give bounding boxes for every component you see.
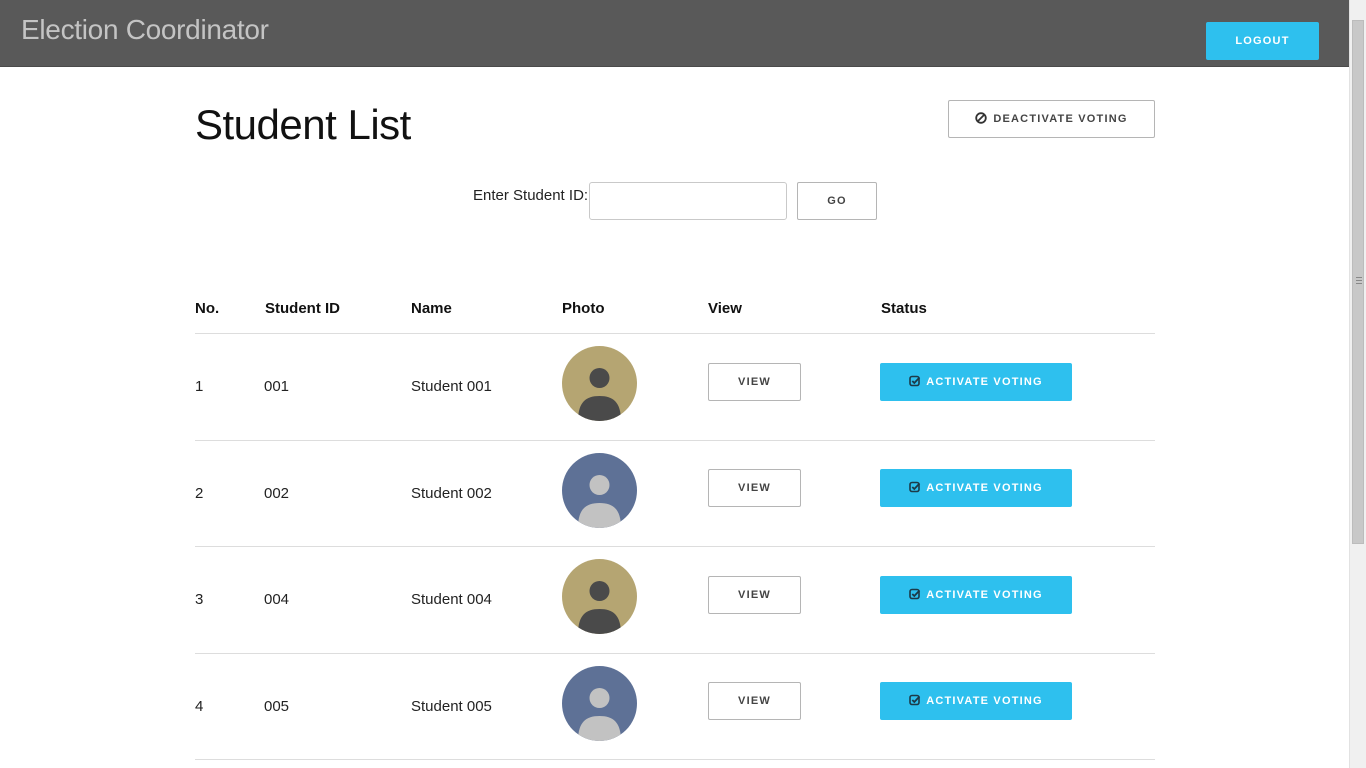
- row-number: 2: [195, 485, 204, 502]
- header-view: View: [708, 300, 742, 317]
- student-photo: [562, 453, 637, 528]
- view-button[interactable]: VIEW: [708, 469, 801, 507]
- activate-voting-button[interactable]: ACTIVATE VOTING: [880, 682, 1072, 720]
- check-square-icon: [909, 694, 921, 709]
- student-photo: [562, 559, 637, 634]
- activate-voting-label: ACTIVATE VOTING: [926, 376, 1043, 388]
- student-id-label: Enter Student ID:: [473, 187, 589, 204]
- table-row: 3 004 Student 004 VIEW ACTIVATE VOTING: [0, 547, 1366, 654]
- person-silhouette-icon: [562, 666, 637, 741]
- scrollbar-grip-icon: [1356, 277, 1362, 284]
- activate-voting-button[interactable]: ACTIVATE VOTING: [880, 469, 1072, 507]
- person-silhouette-icon: [562, 559, 637, 634]
- student-photo: [562, 346, 637, 421]
- table-row: 2 002 Student 002 VIEW ACTIVATE VOTING: [0, 441, 1366, 548]
- app-title[interactable]: Election Coordinator: [21, 14, 269, 46]
- row-student-id: 004: [264, 591, 290, 608]
- deactivate-voting-button[interactable]: DEACTIVATE VOTING: [948, 100, 1155, 138]
- check-square-icon: [909, 375, 921, 390]
- activate-voting-button[interactable]: ACTIVATE VOTING: [880, 576, 1072, 614]
- row-number: 1: [195, 378, 204, 395]
- activate-voting-label: ACTIVATE VOTING: [926, 589, 1043, 601]
- header-no: No.: [195, 300, 220, 317]
- view-button[interactable]: VIEW: [708, 576, 801, 614]
- header-student-id: Student ID: [265, 300, 340, 317]
- ban-icon: [975, 111, 988, 127]
- table-row: 4 005 Student 005 VIEW ACTIVATE VOTING: [0, 654, 1366, 761]
- activate-voting-label: ACTIVATE VOTING: [926, 482, 1043, 494]
- row-number: 4: [195, 698, 204, 715]
- view-button[interactable]: VIEW: [708, 363, 801, 401]
- header-photo: Photo: [562, 300, 605, 317]
- top-navbar: Election Coordinator LOGOUT: [0, 0, 1366, 67]
- header-status: Status: [881, 300, 927, 317]
- row-student-id: 005: [264, 698, 290, 715]
- page-title: Student List: [195, 101, 411, 148]
- go-button[interactable]: GO: [797, 182, 877, 220]
- person-silhouette-icon: [562, 346, 637, 421]
- check-square-icon: [909, 481, 921, 496]
- student-photo: [562, 666, 637, 741]
- check-square-icon: [909, 588, 921, 603]
- row-student-id: 001: [264, 378, 290, 395]
- row-student-name: Student 004: [411, 591, 492, 608]
- row-student-name: Student 002: [411, 485, 492, 502]
- row-student-name: Student 001: [411, 378, 492, 395]
- activate-voting-button[interactable]: ACTIVATE VOTING: [880, 363, 1072, 401]
- view-button[interactable]: VIEW: [708, 682, 801, 720]
- row-number: 3: [195, 591, 204, 608]
- deactivate-voting-label: DEACTIVATE VOTING: [993, 113, 1128, 125]
- activate-voting-label: ACTIVATE VOTING: [926, 695, 1043, 707]
- student-id-input[interactable]: [589, 182, 787, 220]
- row-student-name: Student 005: [411, 698, 492, 715]
- logout-button[interactable]: LOGOUT: [1206, 22, 1319, 60]
- person-silhouette-icon: [562, 453, 637, 528]
- row-divider: [195, 759, 1155, 760]
- row-student-id: 002: [264, 485, 290, 502]
- header-name: Name: [411, 300, 452, 317]
- table-row: 1 001 Student 001 VIEW ACTIVATE VOTING: [0, 334, 1366, 441]
